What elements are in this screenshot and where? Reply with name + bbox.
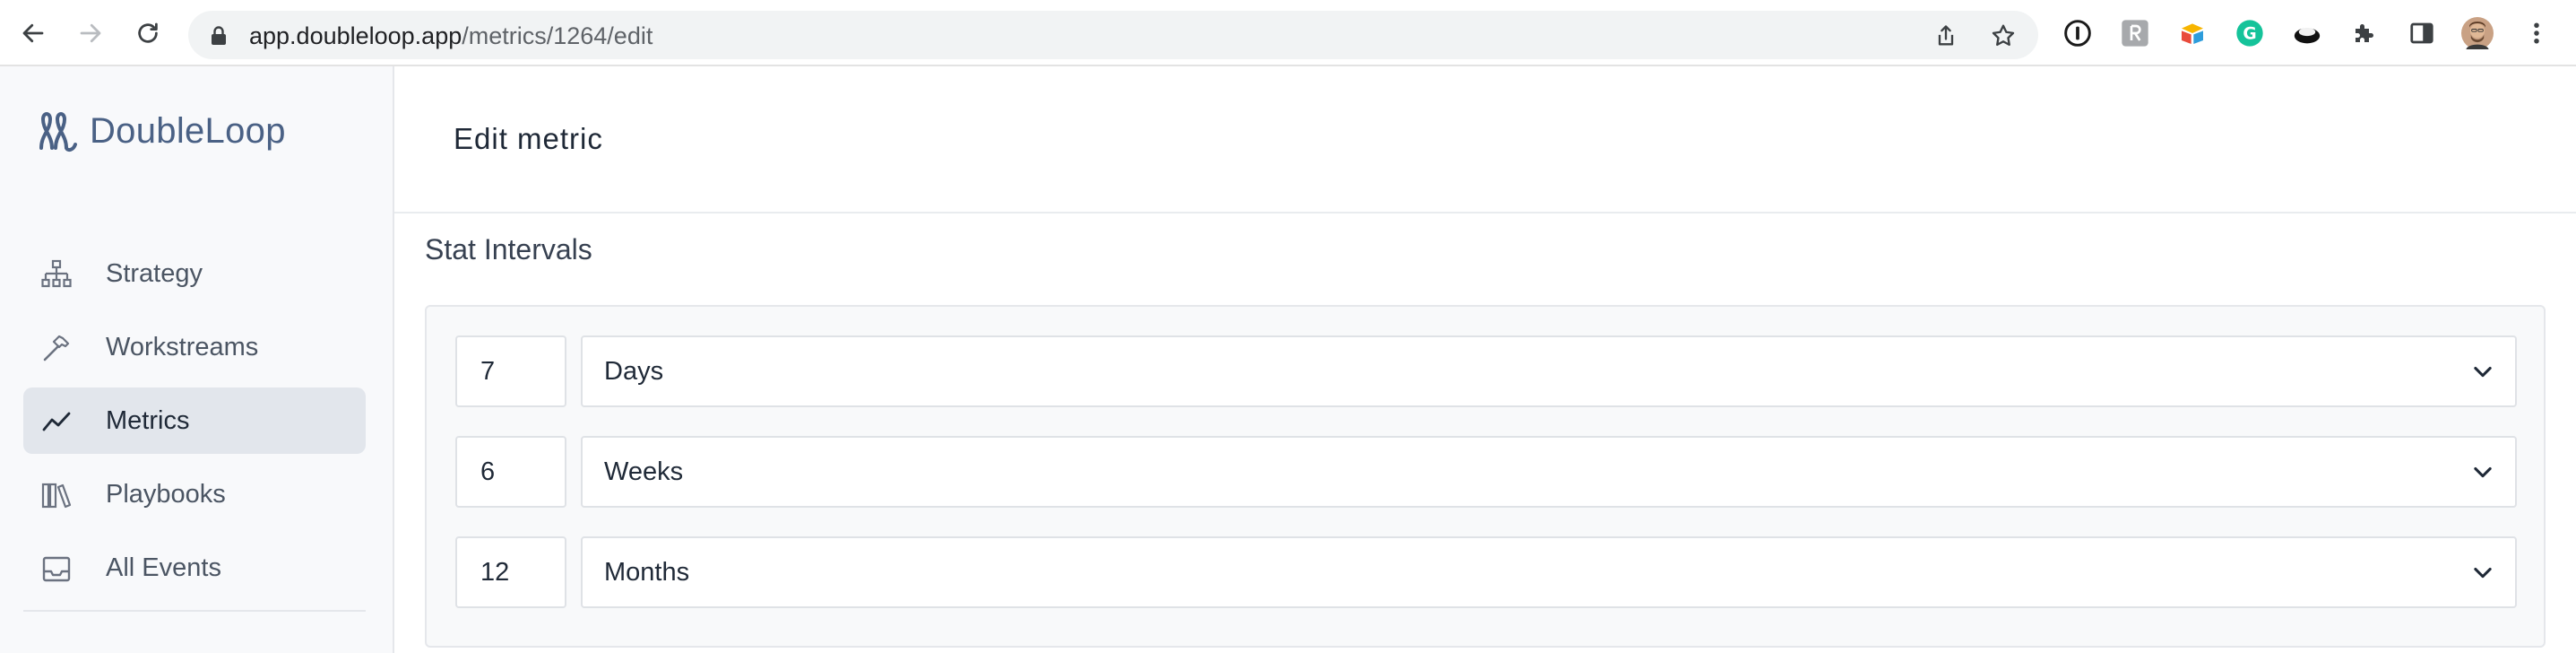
chevron-down-icon (2474, 567, 2492, 579)
record-extension-icon[interactable] (2291, 17, 2323, 49)
interval-row: 7 Days (455, 335, 2517, 407)
back-arrow-icon[interactable] (16, 16, 50, 50)
share-icon[interactable] (1932, 22, 1959, 49)
kebab-menu-icon[interactable] (2520, 17, 2553, 49)
doubleloop-logo-icon (39, 112, 77, 152)
interval-unit-select[interactable]: Days (581, 335, 2517, 407)
sidebar: DoubleLoop Strategy Workstreams Metrics (0, 66, 394, 653)
sidebar-item-label: Playbooks (106, 479, 226, 509)
sidebar-item-all-events[interactable]: All Events (23, 535, 366, 601)
sidebar-item-metrics[interactable]: Metrics (23, 387, 366, 454)
svg-text:G: G (2243, 25, 2256, 44)
interval-count-input[interactable]: 12 (455, 536, 566, 608)
tiny-r-extension-icon[interactable] (2119, 17, 2151, 49)
profile-avatar[interactable] (2461, 17, 2494, 49)
puzzle-extensions-icon[interactable] (2348, 17, 2381, 49)
books-icon (41, 483, 72, 509)
main-content: Edit metric Stat Intervals 7 Days 6 Week… (394, 66, 2576, 653)
side-panel-icon[interactable] (2406, 17, 2438, 49)
browser-toolbar: app.doubleloop.app/metrics/1264/edit G (0, 0, 2576, 66)
interval-count-input[interactable]: 7 (455, 335, 566, 407)
interval-unit-value: Weeks (604, 457, 684, 486)
interval-row: 12 Months (455, 536, 2517, 608)
forward-arrow-icon[interactable] (73, 16, 108, 50)
star-icon[interactable] (1990, 22, 2017, 49)
sidebar-item-label: Strategy (106, 258, 203, 288)
chevron-down-icon (2474, 466, 2492, 478)
sidebar-item-label: All Events (106, 553, 221, 582)
brand-name: DoubleLoop (90, 110, 286, 151)
stat-intervals-panel: 7 Days 6 Weeks 12 Months (425, 305, 2546, 648)
brand-logo-link[interactable]: DoubleLoop (38, 106, 286, 156)
hierarchy-icon (41, 259, 72, 288)
interval-unit-value: Days (604, 357, 664, 386)
trend-line-icon (42, 412, 71, 431)
grammarly-extension-icon[interactable]: G (2234, 17, 2266, 49)
interval-unit-value: Months (604, 558, 690, 587)
sidebar-item-label: Metrics (106, 405, 190, 435)
interval-unit-select[interactable]: Weeks (581, 436, 2517, 508)
sidebar-item-playbooks[interactable]: Playbooks (23, 461, 366, 527)
reload-icon[interactable] (131, 16, 165, 50)
sidebar-item-label: Workstreams (106, 332, 259, 361)
interval-unit-select[interactable]: Months (581, 536, 2517, 608)
interval-count-input[interactable]: 6 (455, 436, 566, 508)
page-header: Edit metric (394, 66, 2576, 213)
page-title: Edit metric (454, 122, 603, 155)
url-text: app.doubleloop.app/metrics/1264/edit (249, 23, 653, 48)
url-path: /metrics/1264/edit (462, 22, 653, 49)
lock-icon[interactable] (210, 25, 228, 51)
section-title-stat-intervals: Stat Intervals (425, 233, 592, 266)
onepassword-extension-icon[interactable] (2062, 17, 2094, 49)
address-bar[interactable]: app.doubleloop.app/metrics/1264/edit (188, 11, 2038, 59)
chevron-down-icon (2474, 366, 2492, 378)
sidebar-item-strategy[interactable]: Strategy (23, 240, 366, 307)
inbox-icon (42, 556, 71, 582)
hammer-icon (43, 335, 70, 361)
url-host: app.doubleloop.app (249, 22, 462, 49)
interval-row: 6 Weeks (455, 436, 2517, 508)
sidebar-item-workstreams[interactable]: Workstreams (23, 314, 366, 380)
pinwheel-extension-icon[interactable] (2176, 17, 2209, 49)
sidebar-divider (23, 610, 366, 612)
